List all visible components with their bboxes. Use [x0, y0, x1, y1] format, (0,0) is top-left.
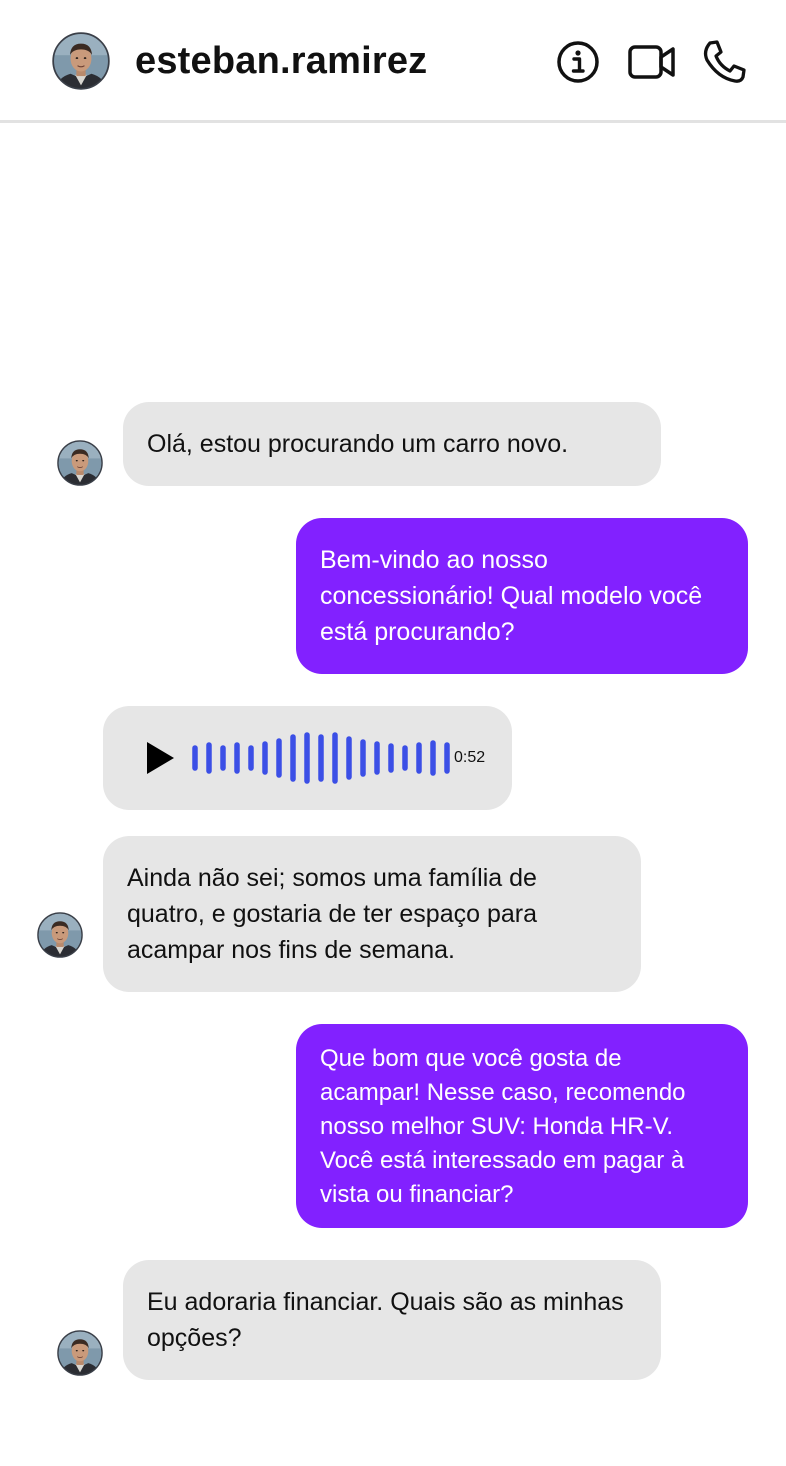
outgoing-message-bubble[interactable]: Que bom que você gosta de acampar! Nesse… [296, 1024, 748, 1228]
outgoing-message-bubble[interactable]: Bem-vindo ao nosso concessionário! Qual … [296, 518, 748, 674]
incoming-message-bubble[interactable]: Olá, estou procurando um carro novo. [123, 402, 661, 486]
audio-duration: 0:52 [454, 749, 486, 766]
incoming-message-bubble[interactable]: Ainda não sei; somos uma família de quat… [103, 836, 641, 992]
info-icon[interactable] [554, 38, 602, 86]
profile-avatar[interactable] [52, 32, 110, 90]
sender-avatar[interactable] [57, 440, 103, 486]
play-icon[interactable] [145, 741, 175, 775]
sender-avatar[interactable] [57, 1330, 103, 1376]
incoming-message-bubble[interactable]: Eu adoraria financiar. Quais são as minh… [123, 1260, 661, 1380]
sender-avatar[interactable] [37, 912, 83, 958]
contact-username[interactable]: esteban.ramirez [135, 38, 427, 84]
phone-icon[interactable] [700, 38, 748, 86]
voice-message[interactable]: 0:52 [103, 706, 512, 810]
video-call-icon[interactable] [627, 38, 677, 86]
chat-screen: esteban.ramirez Olá, estou procurando um… [0, 0, 786, 1466]
audio-waveform[interactable] [191, 732, 453, 784]
chat-header: esteban.ramirez [0, 0, 786, 123]
